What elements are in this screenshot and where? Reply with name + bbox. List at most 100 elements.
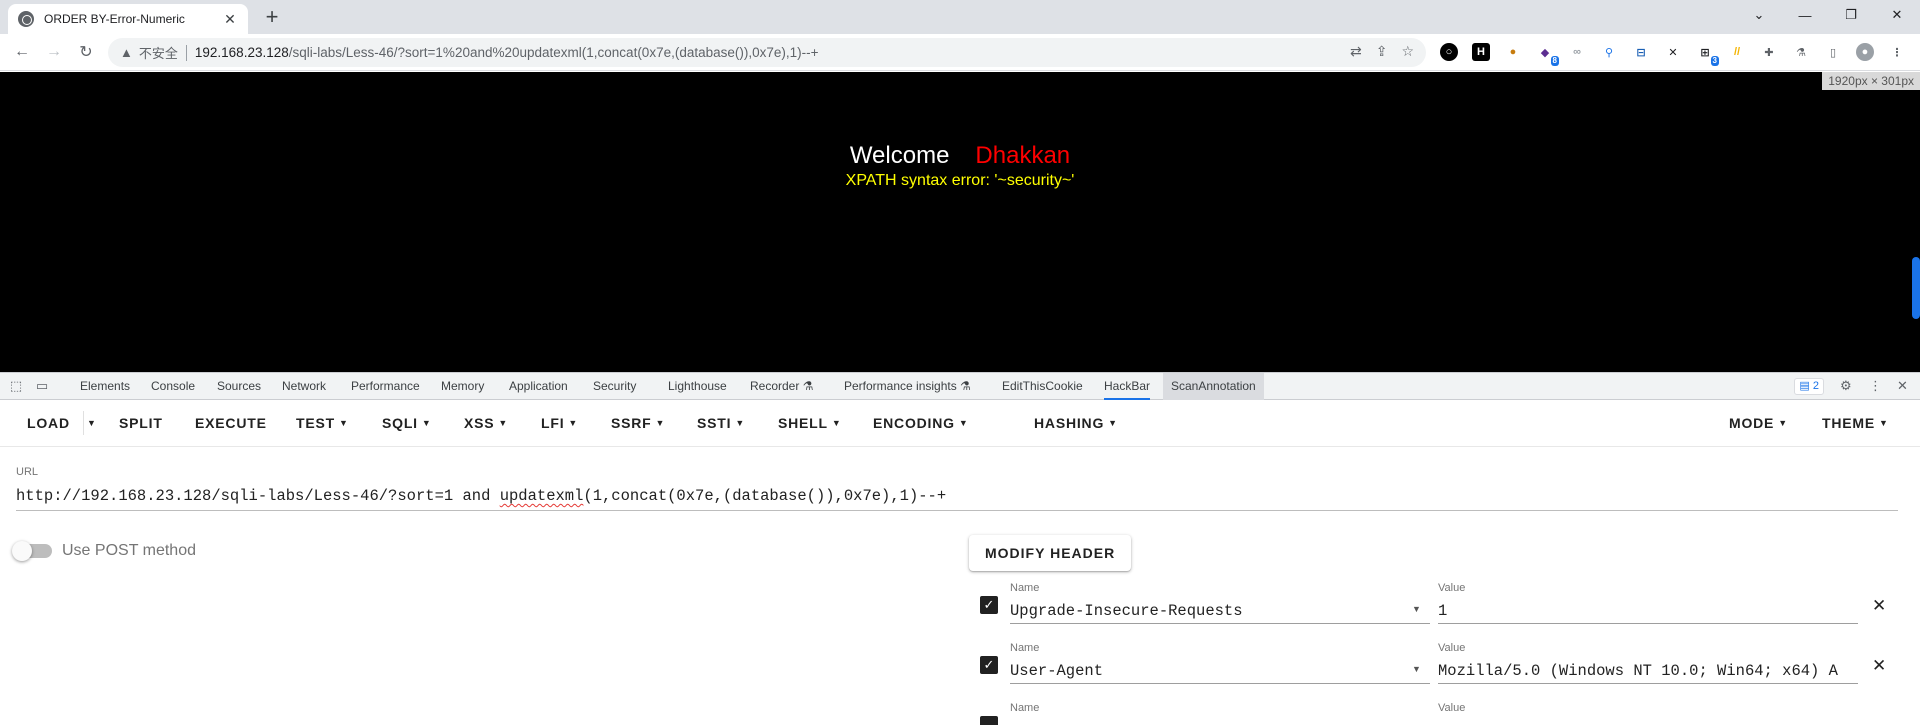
ssrf-menu[interactable]: SSRF ▼: [611, 415, 665, 431]
load-dropdown-icon[interactable]: ▼: [87, 415, 97, 431]
tab-elements[interactable]: Elements: [80, 373, 130, 400]
tab-search-icon[interactable]: ⌄: [1736, 0, 1782, 30]
lfi-menu[interactable]: LFI ▼: [541, 415, 578, 431]
menu-kebab-icon[interactable]: ⋮: [1888, 43, 1906, 61]
tab-sources[interactable]: Sources: [217, 373, 261, 400]
page-scrollbar[interactable]: [1912, 257, 1920, 319]
minimize-button[interactable]: —: [1782, 0, 1828, 30]
extension-grid-icon[interactable]: ⊞ 3: [1696, 43, 1719, 66]
post-method-toggle[interactable]: [12, 541, 52, 561]
tab-lighthouse[interactable]: Lighthouse: [668, 373, 727, 400]
cookie-icon[interactable]: ●: [1504, 43, 1522, 61]
side-panel-icon[interactable]: ▯: [1824, 43, 1842, 61]
execute-button[interactable]: EXECUTE: [195, 415, 267, 431]
sqli-menu[interactable]: SQLI ▼: [382, 415, 432, 431]
extension-h-icon[interactable]: H: [1472, 43, 1490, 61]
restore-button[interactable]: ❐: [1828, 0, 1874, 30]
header-value-input[interactable]: Mozilla/5.0 (Windows NT 10.0; Win64; x64…: [1438, 658, 1858, 684]
header-name-label: Name: [1010, 582, 1040, 594]
issues-badge[interactable]: ▤ 2: [1794, 378, 1824, 395]
settings-gear-icon[interactable]: ⚙: [1840, 378, 1852, 394]
tab-security[interactable]: Security: [593, 373, 636, 400]
warning-icon[interactable]: ▲: [120, 45, 133, 60]
tab-title: ORDER BY-Error-Numeric: [44, 12, 185, 26]
delete-header-icon[interactable]: ✕: [1872, 596, 1886, 616]
test-menu[interactable]: TEST ▼: [296, 415, 349, 431]
toggle-knob: [12, 541, 32, 561]
header-name-input[interactable]: Upgrade-Insecure-Requests: [1010, 598, 1430, 624]
url-text-suffix: (1,concat(0x7e,(database()),0x7e),1)--+: [583, 487, 947, 505]
back-icon[interactable]: ←: [10, 40, 34, 64]
welcome-heading: Welcome Dhakkan: [0, 142, 1920, 170]
forward-icon[interactable]: →: [42, 40, 66, 64]
encoding-menu[interactable]: ENCODING ▼: [873, 415, 969, 431]
load-button[interactable]: LOAD: [27, 415, 70, 431]
chevron-down-icon[interactable]: ▼: [1412, 604, 1421, 614]
header-row: ✓ Name Upgrade-Insecure-Requests ▼ Value…: [980, 576, 1910, 626]
tab-hackbar[interactable]: HackBar: [1104, 373, 1151, 400]
header-value-input[interactable]: 1: [1438, 598, 1858, 624]
address-bar[interactable]: ▲ 不安全 192.168.23.128 /sqli-labs/Less-46/…: [108, 38, 1426, 67]
chevron-down-icon: ▼: [1108, 418, 1118, 428]
new-tab-button[interactable]: +: [260, 5, 284, 29]
experiment-flask-icon: ⚗: [802, 379, 814, 393]
tab-performance[interactable]: Performance: [351, 373, 420, 400]
welcome-user: Dhakkan: [975, 142, 1071, 169]
inspect-element-icon[interactable]: ⬚: [8, 378, 24, 394]
hashing-menu[interactable]: HASHING ▼: [1034, 415, 1118, 431]
theme-menu[interactable]: THEME ▼: [1822, 415, 1889, 431]
devtools-menu-icon[interactable]: ⋮: [1869, 378, 1882, 394]
chevron-down-icon: ▼: [498, 418, 509, 428]
delete-header-icon[interactable]: ✕: [1872, 656, 1886, 676]
tab-memory[interactable]: Memory: [441, 373, 484, 400]
tab-editthiscookie[interactable]: EditThisCookie: [1002, 373, 1083, 400]
device-toolbar-icon[interactable]: ▭: [34, 378, 50, 394]
bookmark-star-icon[interactable]: ☆: [1401, 43, 1414, 60]
url-text-prefix: http://192.168.23.128/sqli-labs/Less-46/…: [16, 487, 500, 505]
extension-circle-icon[interactable]: ○: [1440, 43, 1458, 61]
close-devtools-icon[interactable]: ✕: [1897, 378, 1908, 394]
xss-menu-label: XSS: [464, 415, 495, 431]
tab-network[interactable]: Network: [282, 373, 326, 400]
share-icon[interactable]: ⇪: [1376, 43, 1388, 60]
insecure-label[interactable]: 不安全: [139, 43, 178, 62]
mode-menu[interactable]: MODE ▼: [1729, 415, 1788, 431]
extension-link-icon[interactable]: ∞: [1568, 43, 1586, 61]
shell-menu[interactable]: SHELL ▼: [778, 415, 842, 431]
translate-icon[interactable]: ⇄: [1350, 43, 1362, 60]
extension-document-icon[interactable]: ⊟: [1632, 43, 1650, 61]
tab-recorder-label: Recorder: [750, 379, 800, 393]
url-text-spellcheck: updatexml: [499, 487, 584, 505]
tab-recorder[interactable]: Recorder ⚗: [750, 373, 813, 400]
close-tab-icon[interactable]: ✕: [222, 11, 238, 28]
flask-icon[interactable]: ⚗: [1792, 43, 1810, 61]
extension-slash-icon[interactable]: //: [1728, 43, 1746, 61]
header-enabled-checkbox[interactable]: [980, 716, 998, 725]
header-enabled-checkbox[interactable]: ✓: [980, 596, 998, 614]
reload-icon[interactable]: ↻: [74, 40, 98, 64]
tab-scanannotation[interactable]: ScanAnnotation: [1163, 373, 1264, 400]
tab-console[interactable]: Console: [151, 373, 195, 400]
url-input[interactable]: http://192.168.23.128/sqli-labs/Less-46/…: [16, 487, 1898, 511]
split-button[interactable]: SPLIT: [119, 415, 163, 431]
extension-x-icon[interactable]: ✕: [1664, 43, 1682, 61]
close-window-button[interactable]: ✕: [1874, 0, 1920, 30]
header-row-partial: Name Value: [980, 696, 1910, 725]
extension-pin-icon[interactable]: ⚲: [1600, 43, 1618, 61]
header-value-label: Value: [1438, 642, 1466, 654]
url-path: /sqli-labs/Less-46/?sort=1%20and%20updat…: [288, 45, 819, 60]
extension-purple-icon[interactable]: ◆ 8: [1536, 43, 1559, 66]
xss-menu[interactable]: XSS ▼: [464, 415, 508, 431]
browser-tab[interactable]: ORDER BY-Error-Numeric ✕: [8, 4, 248, 34]
puzzle-icon[interactable]: ✚: [1760, 43, 1778, 61]
tab-application[interactable]: Application: [509, 373, 568, 400]
globe-icon: [18, 11, 34, 27]
modify-header-button[interactable]: MODIFY HEADER: [969, 535, 1132, 571]
header-name-input[interactable]: User-Agent: [1010, 658, 1430, 684]
header-enabled-checkbox[interactable]: ✓: [980, 656, 998, 674]
tab-performance-insights[interactable]: Performance insights ⚗: [844, 373, 971, 400]
ssrf-menu-label: SSRF: [611, 415, 652, 431]
ssti-menu[interactable]: SSTI ▼: [697, 415, 745, 431]
chevron-down-icon[interactable]: ▼: [1412, 664, 1421, 674]
profile-avatar[interactable]: ●: [1856, 43, 1874, 61]
